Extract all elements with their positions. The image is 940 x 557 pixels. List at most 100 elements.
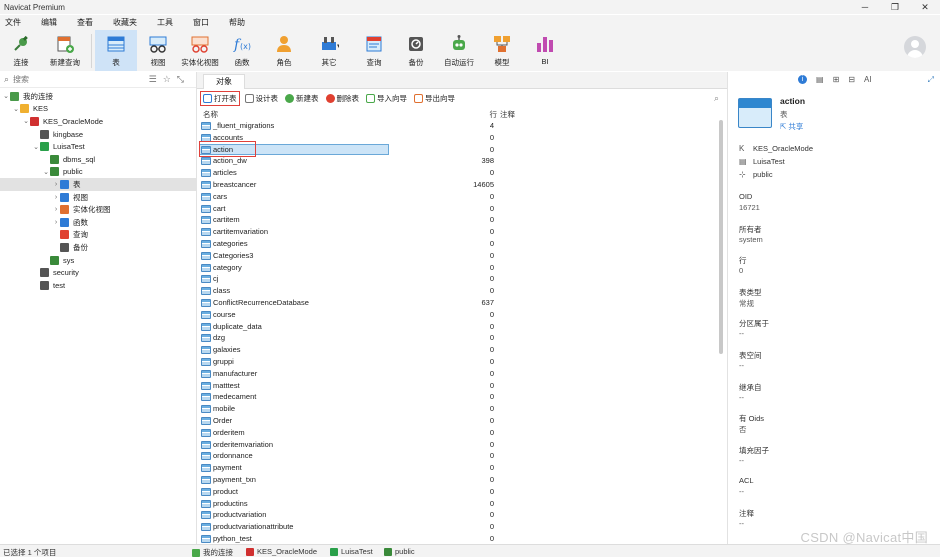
collapse-icon[interactable]: ⤡	[177, 74, 184, 85]
open-table-button[interactable]: 打开表	[200, 91, 240, 106]
grid-icon[interactable]: ⊞	[833, 75, 840, 84]
table-row[interactable]: ConflictRecurrenceDatabase 637	[197, 297, 717, 309]
tree-item[interactable]: › 函数	[0, 216, 197, 229]
status-database[interactable]: LuisaTest	[330, 547, 373, 556]
tree-expander-icon[interactable]: ⌄	[22, 117, 30, 125]
tree-item[interactable]: › 视图	[0, 191, 197, 204]
table-row[interactable]: gruppi 0	[197, 356, 717, 368]
materialized-view-button[interactable]: 实体化视图	[179, 30, 221, 71]
automation-button[interactable]: 自动运行	[437, 30, 481, 71]
tree-expander-icon[interactable]: ⌄	[32, 143, 40, 151]
column-comment-header[interactable]: 注释	[500, 109, 515, 120]
bi-button[interactable]: BI	[523, 30, 567, 71]
table-row[interactable]: product 0	[197, 486, 717, 498]
connect-button[interactable]: 连接	[0, 30, 42, 71]
import-wizard-button[interactable]: 导入向导	[364, 92, 409, 105]
tree-item[interactable]: ⌄ KES_OracleMode	[0, 115, 197, 128]
table-row[interactable]: breastcancer 14605	[197, 179, 717, 191]
table-row[interactable]: course 0	[197, 309, 717, 321]
tree-expander-icon[interactable]: ›	[52, 181, 60, 188]
status-schema[interactable]: public	[384, 547, 415, 556]
table-row[interactable]: articles 0	[197, 167, 717, 179]
query-button[interactable]: 查询	[353, 30, 395, 71]
user-avatar[interactable]	[904, 36, 926, 58]
table-row[interactable]: orderitemvariation 0	[197, 439, 717, 451]
table-row[interactable]: python_test 0	[197, 533, 717, 544]
table-row[interactable]: orderitem 0	[197, 427, 717, 439]
column-rows-header[interactable]: 行	[487, 109, 498, 120]
structure-icon[interactable]: ⊟	[848, 75, 855, 84]
delete-table-button[interactable]: 删除表	[324, 92, 362, 105]
table-row[interactable]: matttest 0	[197, 380, 717, 392]
tree-expander-icon[interactable]: ⌄	[42, 168, 50, 176]
menu-favorites[interactable]: 收藏夹	[113, 17, 137, 28]
table-row[interactable]: productvariationattribute 0	[197, 521, 717, 533]
table-row[interactable]: payment 0	[197, 462, 717, 474]
table-row[interactable]: productins 0	[197, 498, 717, 510]
table-row[interactable]: Categories3 0	[197, 250, 717, 262]
menu-help[interactable]: 帮助	[229, 17, 245, 28]
new-table-button[interactable]: 新建表	[283, 92, 321, 105]
column-name-header[interactable]: 名称	[203, 109, 218, 120]
tree-expander-icon[interactable]: ⌄	[12, 105, 20, 113]
tree-item[interactable]: 备份	[0, 241, 197, 254]
table-row[interactable]: payment_txn 0	[197, 474, 717, 486]
maximize-button[interactable]: ❐	[880, 0, 910, 14]
table-row[interactable]: categories 0	[197, 238, 717, 250]
table-row[interactable]: galaxies 0	[197, 344, 717, 356]
menu-edit[interactable]: 编辑	[41, 17, 57, 28]
table-row[interactable]: cj 0	[197, 273, 717, 285]
table-row[interactable]: mobile 0	[197, 403, 717, 415]
star-icon[interactable]: ☆	[163, 74, 171, 85]
table-row[interactable]: action_dw 398	[197, 155, 717, 167]
menu-window[interactable]: 窗口	[193, 17, 209, 28]
expand-icon[interactable]: ⤢	[928, 75, 934, 85]
tree-expander-icon[interactable]: ›	[52, 194, 60, 201]
view-button[interactable]: 视图	[137, 30, 179, 71]
status-connections[interactable]: 我的连接	[192, 547, 233, 557]
menu-tools[interactable]: 工具	[157, 17, 173, 28]
others-button[interactable]: ▾ 其它	[305, 30, 353, 71]
table-row[interactable]: category 0	[197, 262, 717, 274]
vertical-scrollbar[interactable]	[719, 120, 723, 354]
new-query-button[interactable]: 新建查询	[42, 30, 88, 71]
table-row[interactable]: cartitemvariation 0	[197, 226, 717, 238]
table-row[interactable]: medecament 0	[197, 391, 717, 403]
tree-item[interactable]: › 表	[0, 178, 197, 191]
model-button[interactable]: 模型	[481, 30, 523, 71]
tree-item[interactable]: 查询	[0, 229, 197, 242]
table-row[interactable]: action 0	[197, 140, 717, 157]
role-button[interactable]: 角色	[263, 30, 305, 71]
menu-file[interactable]: 文件	[5, 17, 21, 28]
tree-expander-icon[interactable]: ›	[52, 219, 60, 226]
table-row[interactable]: ordonnance 0	[197, 450, 717, 462]
tree-item[interactable]: ⌄ LuisaTest	[0, 140, 197, 153]
menu-view[interactable]: 查看	[77, 17, 93, 28]
tree-item[interactable]: kingbase	[0, 128, 197, 141]
tree-item[interactable]: security	[0, 266, 197, 279]
table-row[interactable]: dzg 0	[197, 332, 717, 344]
table-row[interactable]: productvariation 0	[197, 509, 717, 521]
ddl-icon[interactable]: ▤	[816, 75, 824, 84]
table-button[interactable]: 表	[95, 30, 137, 71]
table-row[interactable]: _fluent_migrations 4	[197, 120, 717, 132]
export-wizard-button[interactable]: 导出向导	[412, 92, 457, 105]
filter-icon[interactable]: ☰	[149, 74, 157, 85]
info-icon[interactable]: i	[798, 75, 807, 84]
search-input[interactable]: 搜索	[13, 74, 29, 85]
table-row[interactable]: duplicate_data 0	[197, 321, 717, 333]
table-row[interactable]: cartitem 0	[197, 214, 717, 226]
minimize-button[interactable]: ─	[850, 0, 880, 14]
share-link[interactable]: ⇱ 共享	[780, 121, 803, 132]
table-row[interactable]: Order 0	[197, 415, 717, 427]
function-button[interactable]: f (x) 函数	[221, 30, 263, 71]
tree-item[interactable]: sys	[0, 254, 197, 267]
design-table-button[interactable]: 设计表	[243, 92, 281, 105]
table-row[interactable]: cars 0	[197, 191, 717, 203]
tree-item[interactable]: ⌄ public	[0, 166, 197, 179]
tree-item[interactable]: dbms_sql	[0, 153, 197, 166]
tab-objects[interactable]: 对象	[203, 74, 245, 89]
close-button[interactable]: ✕	[910, 0, 940, 14]
tree-item[interactable]: test	[0, 279, 197, 292]
table-row[interactable]: class 0	[197, 285, 717, 297]
